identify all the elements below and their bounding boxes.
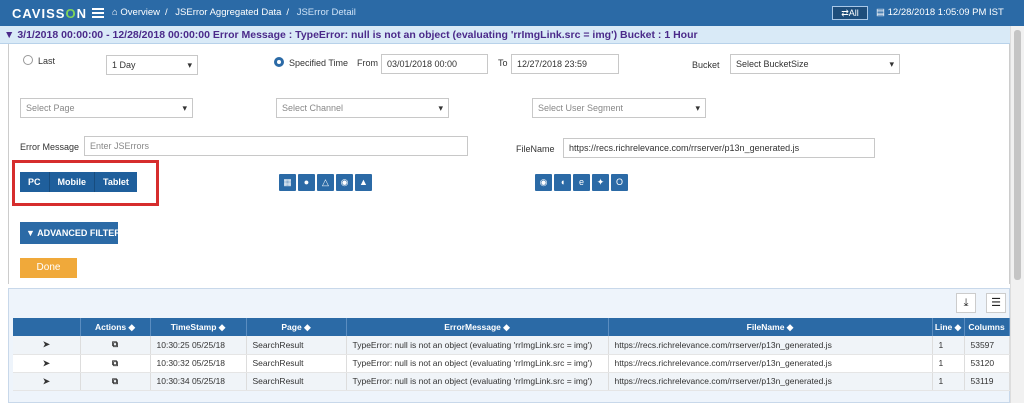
col-columns[interactable]: Columns [964,318,1010,336]
download-icon[interactable]: ⤓ [956,293,976,313]
cell-filename: https://recs.richrelevance.com/rrserver/… [608,354,933,373]
to-date-input[interactable]: 12/27/2018 23:59 [511,54,619,74]
chrome-icon[interactable]: ◉ [535,174,552,191]
breadcrumb-overview[interactable]: Overview [120,7,160,18]
calendar-icon: ▤ [876,7,885,18]
last-duration-select[interactable]: 1 Day [106,55,198,75]
os-icon-group: ▦ ● △ ◉ ▲ [279,174,372,191]
cell-page: SearchResult [246,336,347,355]
page-title: ▼ 3/1/2018 00:00:00 - 12/28/2018 00:00:0… [4,29,698,41]
error-detail-table: Actions ◆ TimeStamp ◆ Page ◆ ErrorMessag… [13,318,1010,391]
filename-label: FileName [516,144,555,154]
cell-columns: 53119 [964,372,1010,391]
expand-row-icon[interactable]: ➤ [13,336,81,355]
linux-icon[interactable]: △ [317,174,334,191]
specified-time-label: Specified Time [289,58,349,68]
table-row[interactable]: ➤ ⧉ 10:30:32 05/25/18 SearchResult TypeE… [13,354,1010,373]
home-icon[interactable]: ⌂ [112,7,118,18]
chrome-os-icon[interactable]: ◉ [336,174,353,191]
last-radio[interactable] [23,55,33,65]
highlight-box [12,160,159,206]
table-row[interactable]: ➤ ⧉ 10:30:34 05/25/18 SearchResult TypeE… [13,372,1010,391]
expand-row-icon[interactable]: ➤ [13,372,81,391]
col-error-message[interactable]: ErrorMessage ◆ [346,318,609,336]
funnel-icon: ▼ [26,228,35,238]
cell-error-message: TypeError: null is not an object (evalua… [346,336,609,355]
action-icon[interactable]: ⧉ [80,372,151,391]
cell-filename: https://recs.richrelevance.com/rrserver/… [608,372,933,391]
windows-icon[interactable]: ▦ [279,174,296,191]
action-icon[interactable]: ⧉ [80,336,151,355]
datetime-display: ▤ 12/28/2018 1:05:09 PM IST [876,7,1004,18]
browser-icon-group: ◉ ◖ e ✦ O [535,174,628,191]
error-message-label: Error Message [20,142,80,152]
col-page[interactable]: Page ◆ [246,318,347,336]
cell-columns: 53120 [964,354,1010,373]
table-header-row: Actions ◆ TimeStamp ◆ Page ◆ ErrorMessag… [13,318,1010,336]
scrollbar-thumb[interactable] [1014,30,1021,280]
cell-line: 1 [932,336,965,355]
page-select[interactable]: Select Page [20,98,193,118]
all-toggle-button[interactable]: ⇄All [832,6,868,20]
expand-row-icon[interactable]: ➤ [13,354,81,373]
apple-icon[interactable]: ● [298,174,315,191]
to-label: To [498,58,508,68]
menu-icon[interactable] [92,8,104,18]
firefox-icon[interactable]: ◖ [554,174,571,191]
col-timestamp[interactable]: TimeStamp ◆ [150,318,247,336]
breadcrumb-current: JSError Detail [296,7,356,18]
bucket-select[interactable]: Select BucketSize [730,54,900,74]
vertical-scrollbar[interactable] [1010,26,1024,403]
ie-icon[interactable]: e [573,174,590,191]
channel-select[interactable]: Select Channel [276,98,449,118]
cell-columns: 53597 [964,336,1010,355]
app-logo[interactable]: CAVISSON [12,6,87,21]
filename-input[interactable]: https://recs.richrelevance.com/rrserver/… [563,138,875,158]
column-menu-icon[interactable]: ☰ [986,293,1006,313]
action-icon[interactable]: ⧉ [80,354,151,373]
opera-icon[interactable]: O [611,174,628,191]
breadcrumb-aggregated[interactable]: JSError Aggregated Data [175,7,281,18]
cell-error-message: TypeError: null is not an object (evalua… [346,354,609,373]
cell-line: 1 [932,354,965,373]
specified-time-radio[interactable] [274,57,284,67]
safari-icon[interactable]: ✦ [592,174,609,191]
filter-icon: ▼ [4,29,15,41]
cell-page: SearchResult [246,354,347,373]
swap-icon: ⇄ [841,8,849,18]
done-button[interactable]: Done [20,258,77,278]
cell-line: 1 [932,372,965,391]
cell-filename: https://recs.richrelevance.com/rrserver/… [608,336,933,355]
col-expand [13,318,81,336]
col-line[interactable]: Line ◆ [932,318,965,336]
cell-timestamp: 10:30:34 05/25/18 [150,372,247,391]
cell-timestamp: 10:30:32 05/25/18 [150,354,247,373]
user-segment-select[interactable]: Select User Segment [532,98,706,118]
advanced-filter-button[interactable]: ▼ ADVANCED FILTER [20,222,121,244]
breadcrumb: ⌂ Overview / JSError Aggregated Data / JSE… [112,7,356,18]
android-icon[interactable]: ▲ [355,174,372,191]
last-label: Last [38,56,56,66]
title-bar: ▼ 3/1/2018 00:00:00 - 12/28/2018 00:00:0… [0,26,1010,44]
table-row[interactable]: ➤ ⧉ 10:30:25 05/25/18 SearchResult TypeE… [13,336,1010,355]
from-date-input[interactable]: 03/01/2018 00:00 [381,54,488,74]
from-label: From [357,58,378,68]
cell-error-message: TypeError: null is not an object (evalua… [346,372,609,391]
cell-timestamp: 10:30:25 05/25/18 [150,336,247,355]
cell-page: SearchResult [246,372,347,391]
col-filename[interactable]: FileName ◆ [608,318,933,336]
bucket-label: Bucket [692,60,720,70]
col-actions[interactable]: Actions ◆ [80,318,151,336]
error-message-input[interactable]: Enter JSErrors [84,136,468,156]
